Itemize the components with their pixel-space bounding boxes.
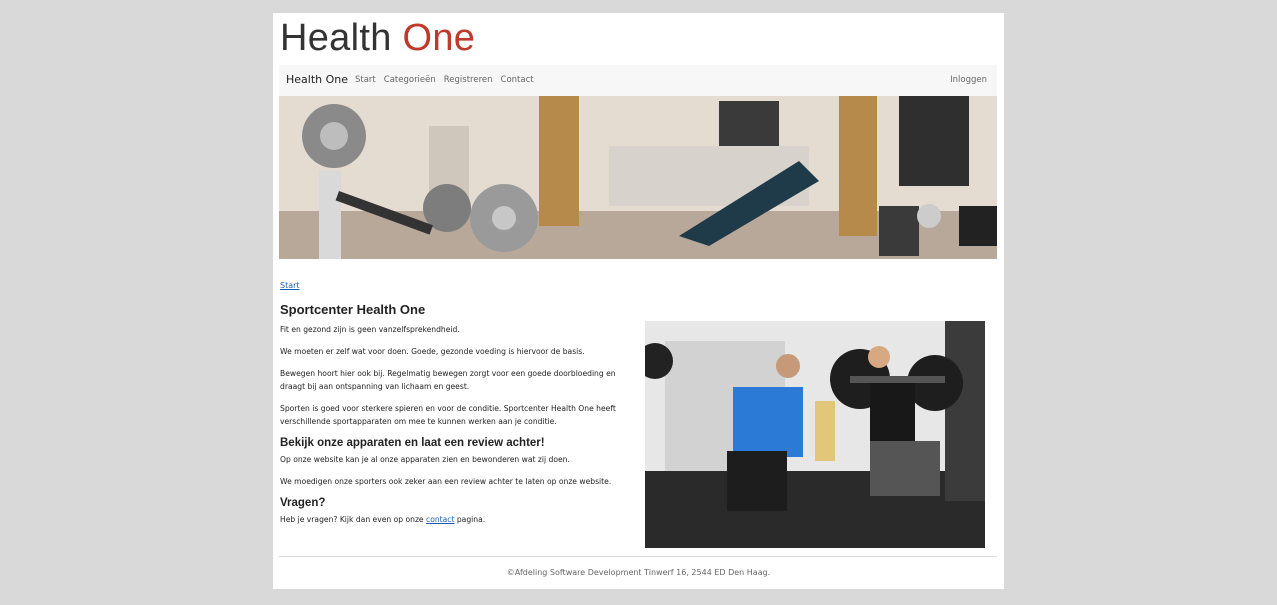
page-title: Sportcenter Health One (280, 302, 426, 317)
nav-item-registreren[interactable]: Registreren (444, 75, 493, 85)
paragraph-2: We moeten er zelf wat voor doen. Goede, … (280, 347, 585, 356)
paragraph-4: Sporten is goed voor sterkere spieren en… (280, 404, 616, 426)
paragraph-1: Fit en gezond zijn is geen vanzelfspreke… (280, 325, 460, 334)
nav-item-categorieen[interactable]: Categorieën (384, 75, 436, 85)
paragraph-6: We moedigen onze sporters ook zeker aan … (280, 477, 612, 486)
login-link[interactable]: Inloggen (950, 75, 987, 85)
contact-link[interactable]: contact (426, 515, 454, 524)
logo-accent-text: One (402, 17, 476, 59)
section-heading-apparaten: Bekijk onze apparaten en laat een review… (280, 437, 545, 449)
navbar: Health One Start Categorieën Registreren… (279, 65, 997, 96)
hero-banner-image (279, 96, 997, 259)
trainer-photo (645, 321, 985, 548)
contact-text-before: Heb je vragen? Kijk dan even op onze (280, 515, 427, 524)
contact-text-after: pagina. (454, 515, 486, 524)
footer-divider (279, 556, 997, 557)
paragraph-3: Bewegen hoort hier ook bij. Regelmatig b… (280, 369, 616, 391)
trainer-photo-icon (645, 321, 985, 548)
nav-item-start[interactable]: Start (355, 75, 376, 85)
paragraph-5: Op onze website kan je al onze apparaten… (280, 455, 570, 464)
section-heading-vragen: Vragen? (280, 497, 326, 509)
nav-menu: Start Categorieën Registreren Contact (355, 75, 534, 85)
logo-text: Health (280, 17, 403, 59)
gym-equipment-banner-icon (279, 96, 997, 259)
nav-item-contact[interactable]: Contact (501, 75, 534, 85)
footer-text: ©Afdeling Software Development Tinwerf 1… (506, 568, 771, 577)
breadcrumb-start[interactable]: Start (280, 281, 300, 290)
page-container: Health One Health One Start Categorieën … (273, 13, 1004, 589)
main-content: Sportcenter Health One Fit en gezond zij… (280, 302, 635, 535)
site-logo: Health One (280, 17, 475, 60)
paragraph-7: Heb je vragen? Kijk dan even op onze con… (280, 513, 635, 526)
navbar-brand[interactable]: Health One (286, 73, 348, 86)
